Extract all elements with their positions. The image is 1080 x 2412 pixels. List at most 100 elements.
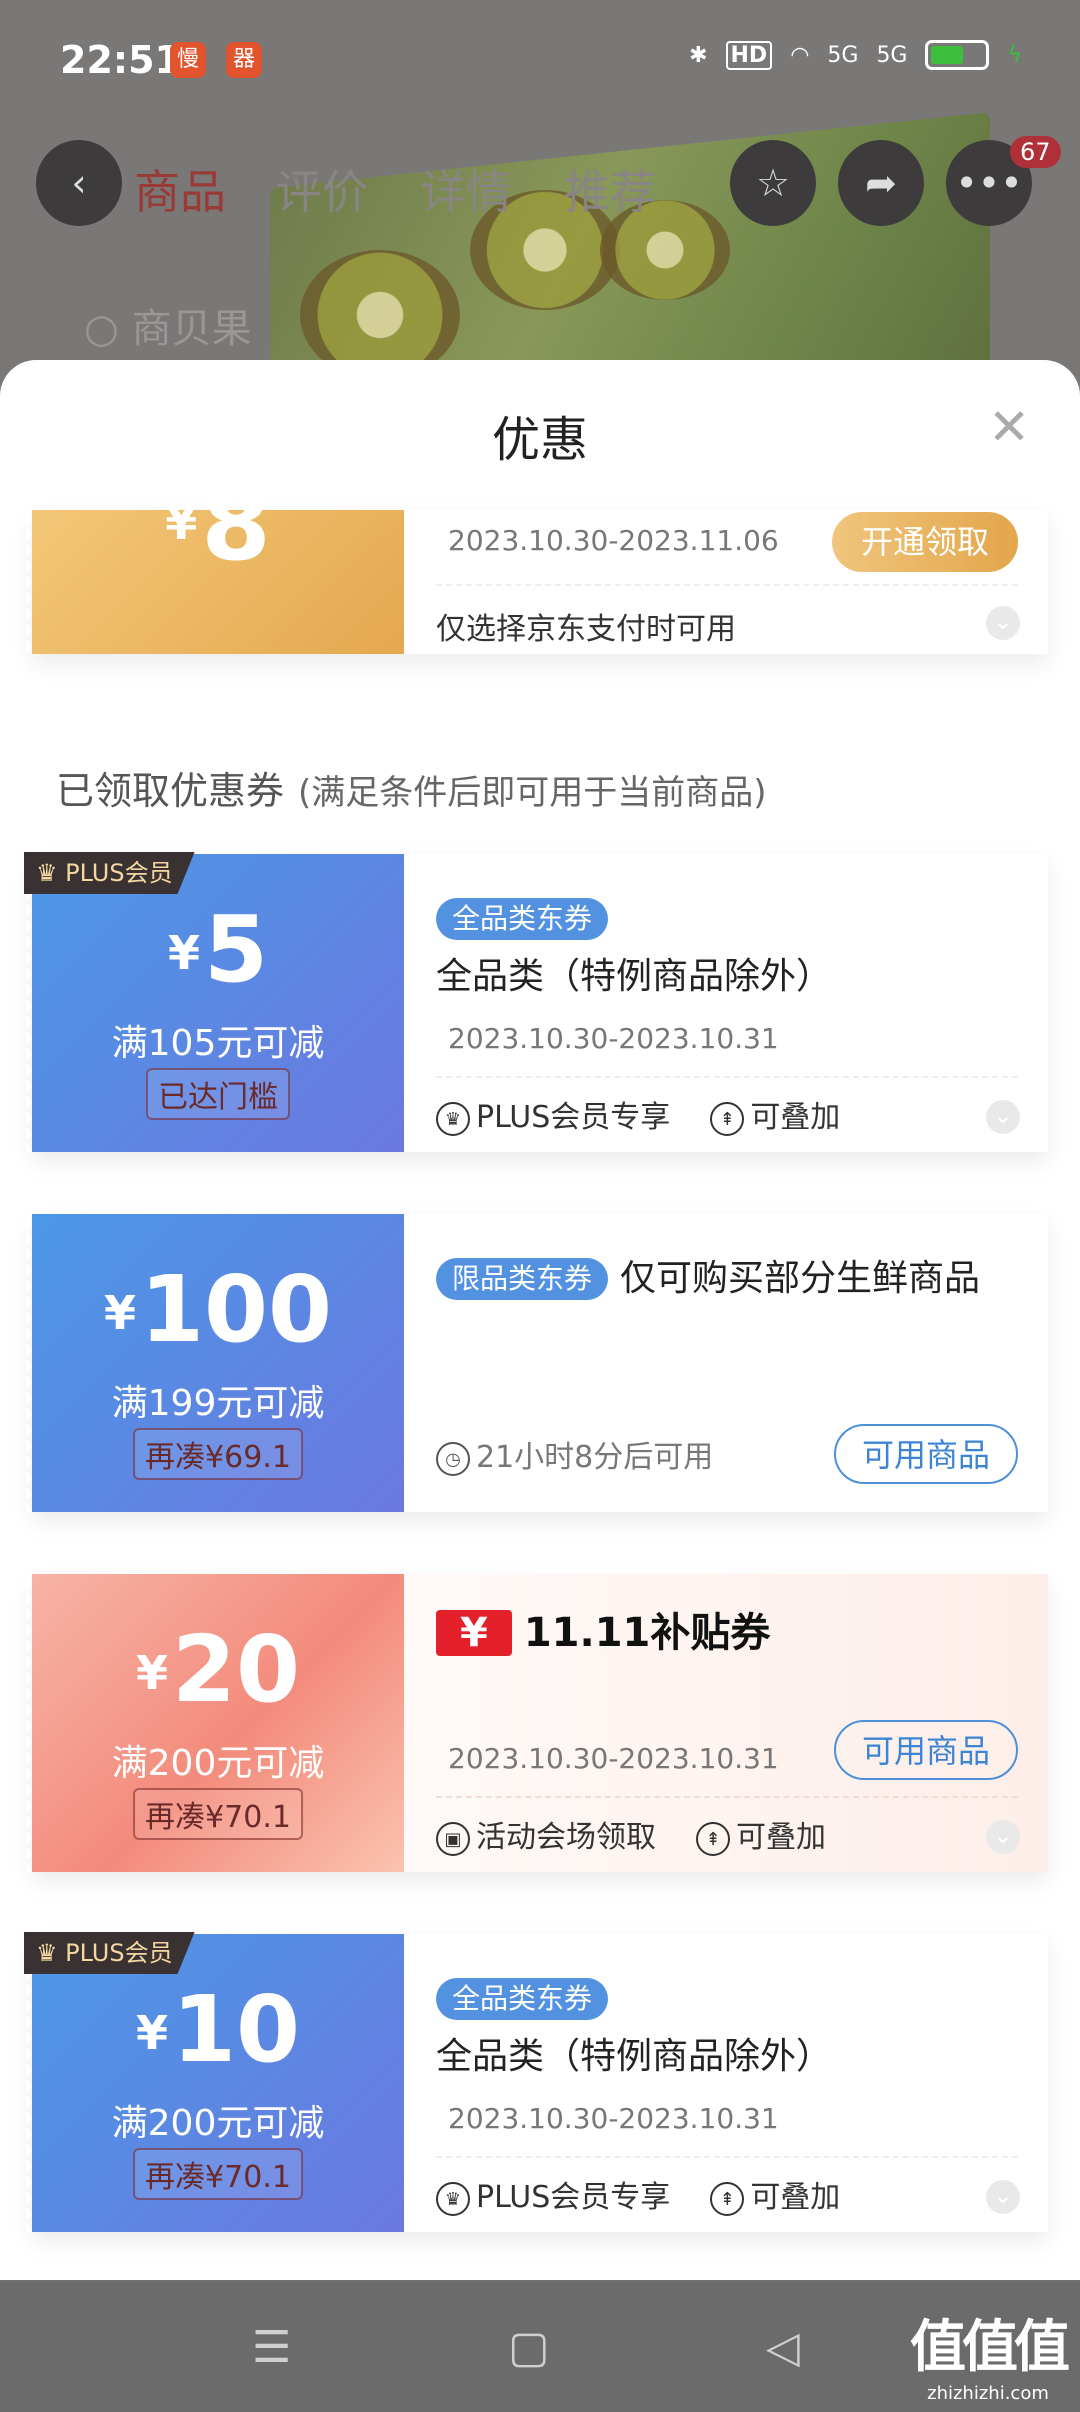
battery-icon [925, 40, 990, 70]
coupon-date: 2023.10.30-2023.11.06 [448, 524, 779, 557]
coupon-sheet: 优惠 ✕ ¥8 2023.10.30-2023.11.06 开通领取 仅选择京东… [0, 360, 1080, 2280]
coupon-amount: ¥100 [103, 1256, 333, 1363]
star-icon: ☆ [755, 161, 791, 205]
coupon-date: 2023.10.30-2023.10.31 [448, 2102, 779, 2135]
coupon-title: 限品类东券 仅可购买部分生鲜商品 [436, 1250, 1008, 1308]
system-nav-bar: ☰ ▢ ◁ 值值值 zhizhizhi.com [0, 2282, 1080, 2412]
coupon-right: 限品类东券 仅可购买部分生鲜商品 ◷ 21小时8分后可用 可用商品 [404, 1214, 1048, 1512]
favorite-button[interactable]: ☆ [730, 140, 816, 226]
coupon-features: ▣ 活动会场领取 ⇞ 可叠加 [436, 1812, 1018, 1856]
back-triangle-icon[interactable]: ◁ [766, 2322, 800, 2373]
plus-exclusive-feature: ♛ PLUS会员专享 [436, 2172, 670, 2216]
status-icons: ✱ HD ◠ 5G 5G ϟ [689, 40, 1022, 70]
coupon-condition: 满105元可减 [111, 1023, 325, 1064]
menu-icon[interactable]: ☰ [252, 2322, 291, 2373]
ticket-icon: ▣ [436, 1821, 470, 1856]
coupon-right: 2023.10.30-2023.11.06 开通领取 仅选择京东支付时可用 ⌄ [404, 510, 1048, 654]
coupon-left: ♛ PLUS会员 ¥5 满105元可减 已达门槛 [24, 852, 404, 1152]
signal-icon: 5G [827, 42, 859, 68]
share-icon: ➦ [865, 161, 897, 205]
coupon-card: ¥20 满200元可减 再凑¥70.1 ¥11.11补贴券 2023.10.30… [26, 1574, 1048, 1872]
coupon-left: ¥8 [26, 466, 404, 654]
coupon-left: ♛ PLUS会员 ¥10 满200元可减 再凑¥70.1 [24, 1932, 404, 2232]
section-subtitle: (满足条件后即可用于当前商品) [298, 773, 767, 813]
divider [436, 584, 1018, 586]
tab-recommend[interactable]: 推荐 [564, 156, 656, 222]
coupon-card: ♛ PLUS会员 ¥10 满200元可减 再凑¥70.1 全品类东券全品类（特例… [24, 1932, 1048, 2232]
coupon-left: ¥100 满199元可减 再凑¥69.1 [26, 1214, 404, 1512]
subsidy-coupon-brand: ¥11.11补贴券 [436, 1600, 770, 1658]
home-icon[interactable]: ▢ [508, 2322, 550, 2373]
tab-reviews[interactable]: 评价 [276, 156, 368, 222]
wifi-icon: ◠ [790, 42, 810, 68]
crown-icon: ♛ [36, 859, 66, 887]
app-notification-icon: 器 [226, 42, 262, 78]
expand-chevron-icon[interactable]: ⌄ [986, 1820, 1020, 1854]
coupon-date: 2023.10.30-2023.10.31 [448, 1022, 779, 1055]
remaining-amount-tag: 再凑¥70.1 [133, 2148, 303, 2200]
plus-member-label: ♛ PLUS会员 [24, 1932, 195, 1974]
app-notification-icon: 慢 [170, 42, 206, 78]
share-button[interactable]: ➦ [838, 140, 924, 226]
plus-exclusive-feature: ♛ PLUS会员专享 [436, 1092, 670, 1136]
crown-icon: ♛ [436, 2181, 470, 2216]
section-title: 已领取优惠券 (满足条件后即可用于当前商品) [56, 769, 767, 813]
coupon-right: 全品类东券全品类（特例商品除外） 2023.10.30-2023.10.31 ♛… [404, 854, 1048, 1152]
stack-icon: ⇞ [710, 2181, 745, 2216]
remaining-amount-tag: 再凑¥69.1 [133, 1428, 303, 1480]
coupon-features: ♛ PLUS会员专享 ⇞ 可叠加 [436, 2172, 1018, 2216]
expand-chevron-icon[interactable]: ⌄ [986, 606, 1020, 640]
watermark: 值值值 zhizhizhi.com [910, 2315, 1070, 2404]
coupon-right: ¥11.11补贴券 2023.10.30-2023.10.31 可用商品 ▣ 活动… [404, 1574, 1048, 1872]
yen-ticket-icon: ¥ [436, 1610, 512, 1656]
stackable-feature: ⇞ 可叠加 [710, 1092, 840, 1136]
bluetooth-icon: ✱ [689, 42, 708, 68]
search-hint: ○ 商贝果 [84, 306, 252, 352]
coupon-type-pill: 全品类东券 [436, 1978, 609, 2020]
tab-product[interactable]: 商品 [134, 156, 226, 222]
expand-chevron-icon[interactable]: ⌄ [986, 2180, 1020, 2214]
activate-claim-button[interactable]: 开通领取 [832, 512, 1018, 572]
coupon-date: 2023.10.30-2023.10.31 [448, 1742, 779, 1775]
available-products-button[interactable]: 可用商品 [834, 1720, 1018, 1780]
signal-icon: 5G [876, 42, 908, 68]
coupon-amount: ¥5 [167, 896, 269, 1003]
status-time: 22:51 [60, 38, 181, 82]
crown-icon: ♛ [36, 1939, 66, 1967]
coupon-amount: ¥10 [135, 1976, 301, 2083]
stack-icon: ⇞ [696, 1821, 730, 1856]
coupon-amount: ¥20 [135, 1616, 301, 1723]
coupon-amount: ¥8 [165, 466, 271, 583]
coupon-title: 全品类东券全品类（特例商品除外） [436, 890, 1008, 1006]
coupon-right: 全品类东券全品类（特例商品除外） 2023.10.30-2023.10.31 ♛… [404, 1934, 1048, 2232]
status-bar: 22:51 慢 器 ✱ HD ◠ 5G 5G ϟ [0, 0, 1080, 120]
sheet-title: 优惠 [491, 412, 588, 468]
coupon-card-top: ¥8 2023.10.30-2023.11.06 开通领取 仅选择京东支付时可用… [26, 466, 1048, 654]
tab-details[interactable]: 详情 [420, 156, 512, 222]
crown-icon: ♛ [436, 1101, 470, 1136]
hd-icon: HD [725, 40, 773, 70]
close-button[interactable]: ✕ [988, 402, 1030, 452]
coupon-condition: 满200元可减 [111, 2103, 325, 2144]
more-icon: ••• [955, 161, 1023, 205]
coupon-type-pill: 限品类东券 [436, 1258, 609, 1300]
coupon-card: ♛ PLUS会员 ¥5 满105元可减 已达门槛 全品类东券全品类（特例商品除外… [24, 852, 1048, 1152]
available-products-button[interactable]: 可用商品 [834, 1424, 1018, 1484]
coupon-condition: 满199元可减 [111, 1383, 325, 1424]
back-button[interactable]: ‹ [36, 140, 122, 226]
clock-icon: ◷ [436, 1441, 470, 1476]
charging-icon: ϟ [1007, 42, 1022, 68]
close-icon: ✕ [988, 398, 1030, 456]
coupon-condition: 满200元可减 [111, 1743, 325, 1784]
stack-icon: ⇞ [710, 1101, 745, 1136]
notification-badge: 67 [1010, 136, 1061, 168]
plus-member-label: ♛ PLUS会员 [24, 852, 195, 894]
expand-chevron-icon[interactable]: ⌄ [986, 1100, 1020, 1134]
stackable-feature: ⇞ 可叠加 [710, 2172, 840, 2216]
divider [436, 1076, 1018, 1078]
coupon-left: ¥20 满200元可减 再凑¥70.1 [26, 1574, 404, 1872]
coupon-type-pill: 全品类东券 [436, 898, 609, 940]
coupon-features: ♛ PLUS会员专享 ⇞ 可叠加 [436, 1092, 1018, 1136]
venue-claim-feature: ▣ 活动会场领取 [436, 1812, 656, 1856]
threshold-tag: 已达门槛 [146, 1068, 290, 1120]
